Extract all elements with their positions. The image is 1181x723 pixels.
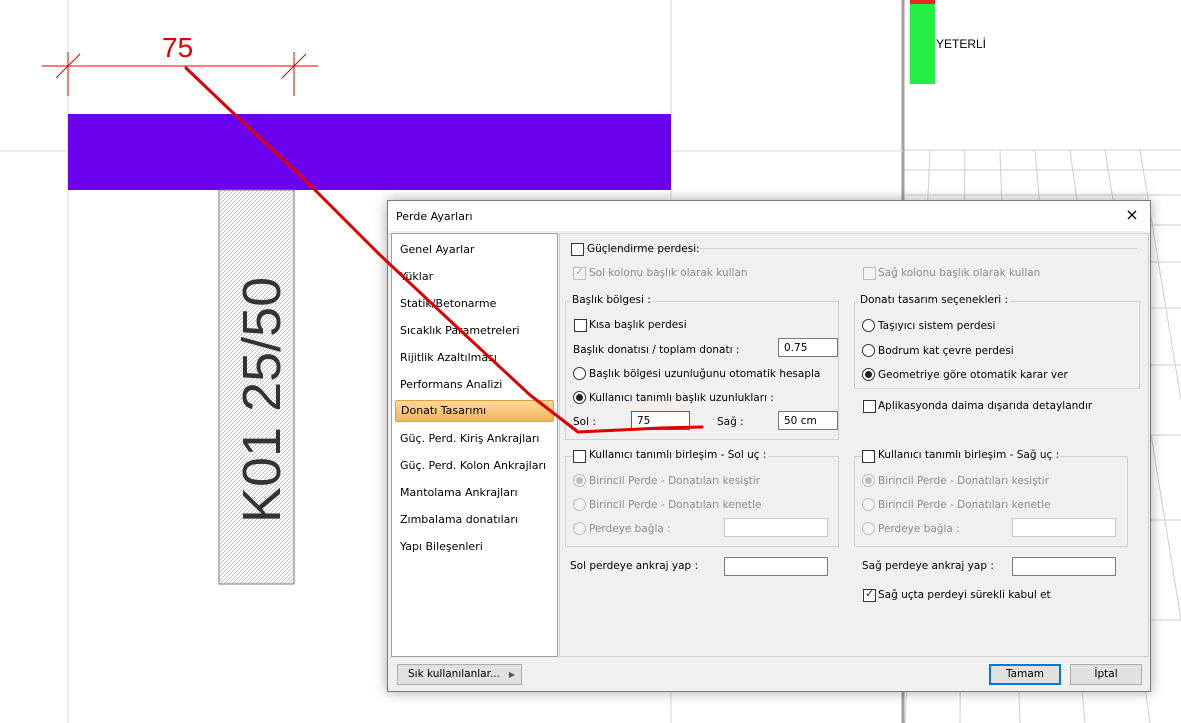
right-joint-opt3-radio[interactable] xyxy=(862,522,875,535)
user-length-label: Kullanıcı tanımlı başlık uzunlukları : xyxy=(589,392,774,404)
user-length-radio[interactable] xyxy=(573,391,586,404)
right-joint-opt1-label: Birincil Perde - Donatıları kesiştir xyxy=(878,475,1050,487)
right-joint-opt1-radio[interactable] xyxy=(862,474,875,487)
right-joint-wall-input[interactable] xyxy=(1012,518,1116,537)
nav-item-statik-betonarme[interactable]: Statik/Betonarme xyxy=(400,297,496,310)
nav-item-mantolama[interactable]: Mantolama Ankrajları xyxy=(400,486,518,499)
right-anchor-label: Sağ perdeye ankraj yap : xyxy=(862,560,994,572)
right-length-input[interactable]: 50 cm xyxy=(778,411,838,430)
outside-detail-label: Aplikasyonda daima dışarıda detaylandır xyxy=(878,400,1093,412)
nav-item-yuklar[interactable]: Yüklar xyxy=(400,270,433,283)
right-joint-opt2-radio[interactable] xyxy=(862,498,875,511)
close-icon[interactable]: × xyxy=(1122,205,1142,224)
nav-item-label: Donatı Tasarımı xyxy=(401,404,487,417)
nav-item-kiris-ankraj[interactable]: Güç. Perd. Kiriş Ankrajları xyxy=(400,432,540,445)
nav-item-sicaklik[interactable]: Sıcaklık Parametreleri xyxy=(400,324,520,337)
dialog-title: Perde Ayarları xyxy=(396,210,473,223)
wall-rect[interactable] xyxy=(68,114,671,190)
left-joint-opt3-radio[interactable] xyxy=(573,522,586,535)
nav-item-zimbalama[interactable]: Zımbalama donatıları xyxy=(400,513,518,526)
cancel-button[interactable]: İptal xyxy=(1070,664,1142,685)
left-joint-title: Kullanıcı tanımlı birleşim - Sol uç : xyxy=(587,449,769,461)
left-joint-opt2-label: Birincil Perde - Donatıları kenetle xyxy=(589,499,762,511)
right-joint-opt3-label: Perdeye bağla : xyxy=(878,523,960,535)
perde-ayarlari-dialog: Perde Ayarları × Genel Ayarlar Yüklar St… xyxy=(387,200,1151,692)
status-fail-bar xyxy=(910,0,935,4)
nav-item-yapi-bilesenleri[interactable]: Yapı Bileşenleri xyxy=(400,540,483,553)
ok-button[interactable]: Tamam xyxy=(989,664,1061,685)
dialog-titlebar: Perde Ayarları × xyxy=(388,201,1150,231)
outside-detail-checkbox[interactable] xyxy=(863,400,876,413)
left-joint-opt2-radio[interactable] xyxy=(573,498,586,511)
continuous-checkbox[interactable]: ✓ xyxy=(863,587,876,602)
status-ok-bar xyxy=(910,4,935,84)
auto-length-radio[interactable] xyxy=(573,367,586,380)
auto-length-label: Başlık bölgesi uzunluğunu otomatik hesap… xyxy=(589,368,821,380)
design-option-2-radio[interactable] xyxy=(862,344,875,357)
left-joint-opt1-radio[interactable] xyxy=(573,474,586,487)
settings-nav: Genel Ayarlar Yüklar Statik/Betonarme Sı… xyxy=(391,233,558,657)
arrow-right-icon: ▶ xyxy=(508,670,515,679)
nav-item-kolon-ankraj[interactable]: Güç. Perd. Kolon Ankrajları xyxy=(400,459,546,472)
frequent-button[interactable]: Sık kullanılanlar... ▶ xyxy=(397,664,522,685)
dimension-value: 75 xyxy=(162,32,193,63)
design-option-2-label: Bodrum kat çevre perdesi xyxy=(878,345,1014,357)
strengthening-label: Güçlendirme perdesi: xyxy=(587,243,700,255)
design-option-3-radio[interactable] xyxy=(862,368,875,381)
left-anchor-input[interactable] xyxy=(724,557,828,576)
nav-item-donati-tasarimi[interactable]: Donatı Tasarımı xyxy=(395,400,554,422)
left-anchor-label: Sol perdeye ankraj yap : xyxy=(570,560,699,572)
left-joint-wall-input[interactable] xyxy=(724,518,828,537)
strengthening-checkbox[interactable] xyxy=(571,243,584,256)
short-header-label: Kısa başlık perdesi xyxy=(589,319,687,331)
right-joint-checkbox[interactable] xyxy=(862,450,875,463)
status-text: YETERLİ xyxy=(936,37,986,51)
ratio-label: Başlık donatısı / toplam donatı : xyxy=(573,344,740,356)
design-option-1-label: Taşıyıcı sistem perdesi xyxy=(878,320,996,332)
nav-item-performans[interactable]: Performans Analizi xyxy=(400,378,502,391)
header-zone-title: Başlık bölgesi : xyxy=(570,294,653,306)
left-joint-opt1-label: Birincil Perde - Donatıları kesiştir xyxy=(589,475,761,487)
ratio-input[interactable]: 0.75 xyxy=(778,338,838,357)
right-anchor-input[interactable] xyxy=(1012,557,1116,576)
left-joint-opt3-label: Perdeye bağla : xyxy=(589,523,671,535)
column-label: K01 25/50 xyxy=(232,277,292,523)
right-joint-opt2-label: Birincil Perde - Donatıları kenetle xyxy=(878,499,1051,511)
left-length-label: Sol : xyxy=(573,416,596,428)
frequent-button-label: Sık kullanılanlar... xyxy=(408,668,500,680)
right-column-checkbox[interactable] xyxy=(863,267,876,280)
left-joint-checkbox[interactable] xyxy=(573,450,586,463)
left-length-input[interactable]: 75 xyxy=(631,411,690,430)
right-joint-title: Kullanıcı tanımlı birleşim - Sağ uç : xyxy=(876,449,1062,461)
nav-item-genel-ayarlar[interactable]: Genel Ayarlar xyxy=(400,243,474,256)
design-option-1-radio[interactable] xyxy=(862,319,875,332)
short-header-checkbox[interactable] xyxy=(574,319,587,332)
left-column-label: Sol kolonu başlık olarak kullan xyxy=(589,267,748,279)
nav-item-rijitlik[interactable]: Rijitlik Azaltılması xyxy=(400,351,497,364)
right-length-label: Sağ : xyxy=(717,416,744,428)
settings-content: Güçlendirme perdesi: ✓ Sol kolonu başlık… xyxy=(559,233,1149,657)
design-options-title: Donatı tasarım seçenekleri : xyxy=(858,294,1011,306)
continuous-label: Sağ uçta perdeyi sürekli kabul et xyxy=(878,589,1051,601)
design-option-3-label: Geometriye göre otomatik karar ver xyxy=(878,369,1068,381)
right-column-label: Sağ kolonu başlık olarak kullan xyxy=(878,267,1041,279)
left-column-checkbox[interactable]: ✓ xyxy=(573,265,586,280)
